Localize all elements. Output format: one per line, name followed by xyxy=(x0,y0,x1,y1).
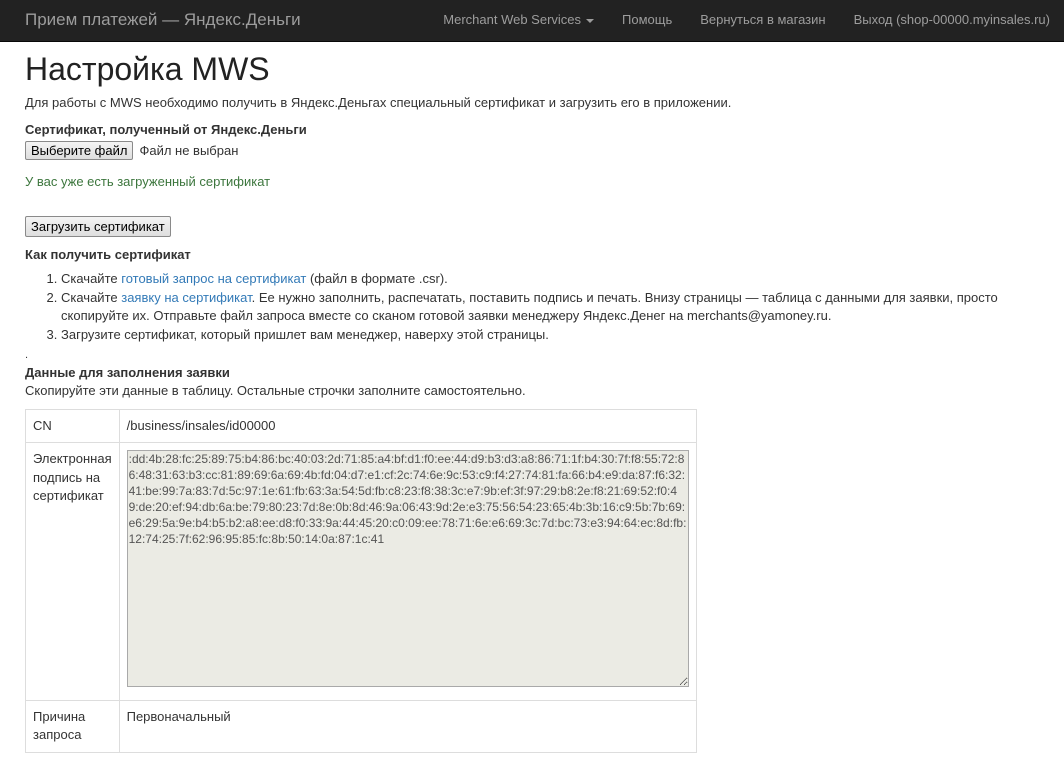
table-row: CN /business/insales/id00000 xyxy=(25,408,697,444)
howto-step-2: Скачайте заявку на сертификат. Ее нужно … xyxy=(61,289,1039,326)
row-value-signature-cell: :dd:4b:28:fc:25:89:75:b4:86:bc:40:03:2d:… xyxy=(118,442,697,701)
caret-down-icon xyxy=(586,18,595,23)
row-key-signature: Электронная подпись на сертификат xyxy=(25,442,120,701)
row-key-cn: CN xyxy=(25,408,120,444)
table-row: Причина запроса Первоначальный xyxy=(25,699,697,753)
howto-title: Как получить сертификат xyxy=(25,246,191,262)
step-text: Скачайте xyxy=(61,271,122,287)
certificate-uploaded-message: У вас уже есть загруженный сертификат xyxy=(25,174,271,190)
row-value-cn: /business/insales/id00000 xyxy=(118,408,697,444)
nav-merchant-web-services-dropdown[interactable]: Merchant Web Services xyxy=(429,0,608,41)
navbar-menu: Merchant Web Services Помощь Вернуться в… xyxy=(429,0,1064,41)
request-data-table: CN /business/insales/id00000 Электронная… xyxy=(25,408,697,753)
certificate-field-label: Сертификат, полученный от Яндекс.Деньги xyxy=(25,121,307,137)
data-section-subtitle: Скопируйте эти данные в таблицу. Остальн… xyxy=(25,383,526,399)
download-application-link[interactable]: заявку на сертификат xyxy=(121,290,251,305)
upload-certificate-button[interactable]: Загрузить сертификат xyxy=(25,215,171,237)
nav-back-to-shop-link[interactable]: Вернуться в магазин xyxy=(686,0,839,41)
row-key-reason: Причина запроса xyxy=(25,699,120,753)
step-text: Скачайте xyxy=(61,289,122,305)
page-intro: Для работы с MWS необходимо получить в Я… xyxy=(25,95,732,111)
file-input: Выберите файл Файл не выбран xyxy=(25,141,1039,161)
howto-steps: Скачайте готовый запрос на сертификат (ф… xyxy=(25,270,1039,344)
signature-textarea[interactable]: :dd:4b:28:fc:25:89:75:b4:86:bc:40:03:2d:… xyxy=(126,450,689,688)
main-content: Настройка MWS Для работы с MWS необходим… xyxy=(0,50,1064,753)
download-csr-link[interactable]: готовый запрос на сертификат xyxy=(121,271,306,286)
data-section-title: Данные для заполнения заявки xyxy=(25,365,230,381)
howto-step-3: Загрузите сертификат, который пришлет ва… xyxy=(61,326,1039,344)
stray-dot: . xyxy=(25,349,29,362)
choose-file-button[interactable]: Выберите файл xyxy=(25,141,134,161)
top-navbar: Прием платежей — Яндекс.Деньги Merchant … xyxy=(0,0,1064,42)
file-status-text: Файл не выбран xyxy=(139,142,239,158)
brand-link[interactable]: Прием платежей — Яндекс.Деньги xyxy=(25,8,301,32)
nav-logout-link[interactable]: Выход (shop-00000.myinsales.ru) xyxy=(840,0,1064,41)
step-text: (файл в формате .csr). xyxy=(306,271,448,287)
row-value-reason: Первоначальный xyxy=(118,699,697,753)
table-row: Электронная подпись на сертификат :dd:4b… xyxy=(25,442,697,701)
howto-step-1: Скачайте готовый запрос на сертификат (ф… xyxy=(61,270,1039,288)
nav-help-link[interactable]: Помощь xyxy=(608,0,686,41)
nav-item-label: Merchant Web Services xyxy=(443,12,582,28)
page-title: Настройка MWS xyxy=(25,51,270,87)
